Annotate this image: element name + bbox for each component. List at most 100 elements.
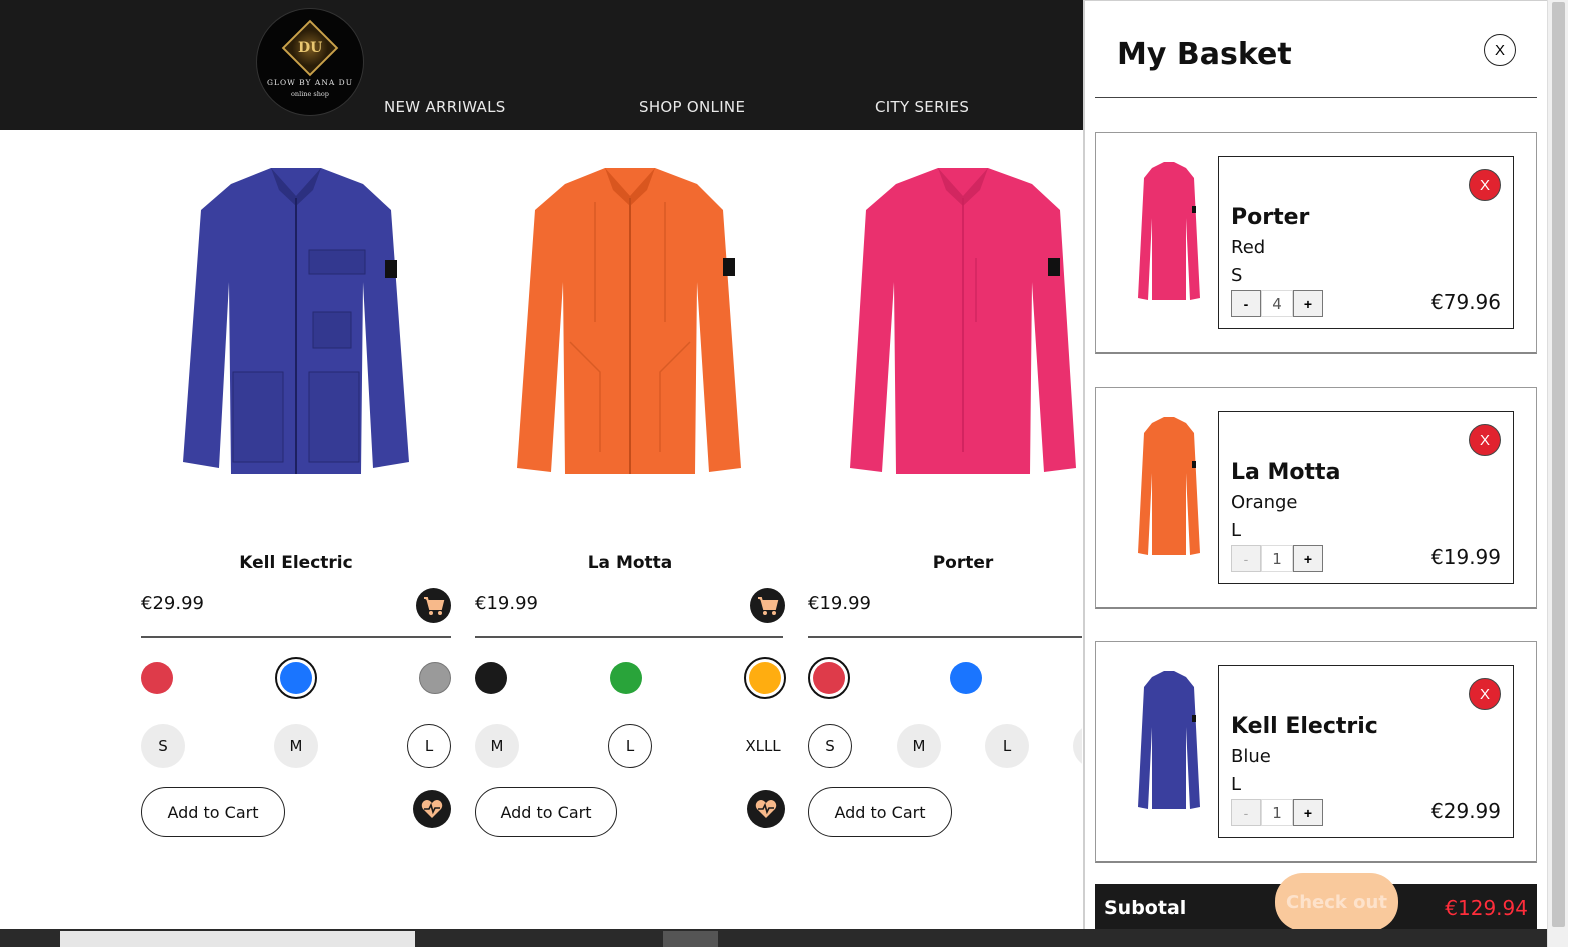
basket-item-name: Kell Electric bbox=[1231, 714, 1378, 739]
decrease-qty-button[interactable]: - bbox=[1231, 290, 1261, 317]
taskbar-segment bbox=[60, 931, 415, 947]
thumb-badge bbox=[1192, 206, 1196, 213]
product-card-porter: Porter €19.99 S M L Add to Cart bbox=[808, 130, 1082, 850]
product-price: €19.99 bbox=[475, 593, 538, 614]
product-image[interactable] bbox=[141, 162, 451, 487]
nav-new-arrivals[interactable]: NEW ARRIWALS bbox=[384, 98, 506, 116]
wishlist-heart-icon[interactable] bbox=[747, 790, 785, 828]
logo-name: GLOW BY ANA DU bbox=[266, 78, 354, 87]
bottom-strip bbox=[0, 929, 1547, 947]
sleeve-badge bbox=[1048, 258, 1060, 276]
basket-item-color: Red bbox=[1231, 237, 1266, 258]
decrease-qty-button[interactable]: - bbox=[1231, 545, 1261, 572]
basket-item-price: €79.96 bbox=[1431, 290, 1501, 314]
thumb-jacket bbox=[1138, 162, 1200, 300]
swatch-green[interactable] bbox=[610, 662, 642, 694]
product-image[interactable] bbox=[808, 162, 1082, 487]
taskbar-segment bbox=[663, 931, 718, 947]
logo-mark: DU bbox=[297, 39, 323, 56]
product-name[interactable]: Kell Electric bbox=[141, 553, 451, 573]
basket-item-size: L bbox=[1231, 774, 1242, 795]
scrollbar[interactable] bbox=[1547, 0, 1568, 947]
basket-item-card: X Kell Electric Blue L - 1 + €29.99 bbox=[1218, 665, 1514, 838]
cart-icon[interactable] bbox=[750, 588, 785, 623]
product-price: €29.99 bbox=[141, 593, 204, 614]
sleeve-badge bbox=[723, 258, 735, 276]
quantity-stepper: - 1 + bbox=[1231, 545, 1323, 572]
cart-icon[interactable] bbox=[416, 588, 451, 623]
basket-item-card: X Porter Red S - 4 + €79.96 bbox=[1218, 156, 1514, 329]
size-option-m[interactable]: M bbox=[897, 724, 941, 768]
size-option-l[interactable]: L bbox=[608, 724, 652, 768]
basket-item-color: Blue bbox=[1231, 746, 1271, 767]
size-option-s[interactable]: S bbox=[808, 724, 852, 768]
basket-panel: My Basket X X Porter Red S - 4 + €79.96 … bbox=[1083, 0, 1547, 947]
basket-item-price: €19.99 bbox=[1431, 545, 1501, 569]
qty-value[interactable]: 4 bbox=[1261, 290, 1293, 317]
decrease-qty-button[interactable]: - bbox=[1231, 799, 1261, 826]
divider bbox=[141, 636, 451, 638]
qty-value[interactable]: 1 bbox=[1261, 799, 1293, 826]
basket-item-thumbnail bbox=[1138, 162, 1200, 300]
nav-city-series[interactable]: CITY SERIES bbox=[875, 98, 969, 116]
size-option-l[interactable]: L bbox=[407, 724, 451, 768]
add-to-cart-button[interactable]: Add to Cart bbox=[141, 787, 285, 837]
increase-qty-button[interactable]: + bbox=[1293, 799, 1323, 826]
basket-item-size: L bbox=[1231, 520, 1242, 541]
basket-item-name: Porter bbox=[1231, 205, 1310, 230]
qty-value[interactable]: 1 bbox=[1261, 545, 1293, 572]
shop-logo[interactable]: DU GLOW BY ANA DU online shop bbox=[256, 8, 364, 116]
thumb-badge bbox=[1192, 461, 1196, 468]
checkout-button[interactable]: Check out bbox=[1275, 873, 1398, 931]
jacket-pocket bbox=[312, 311, 352, 349]
logo-emblem: DU bbox=[281, 19, 339, 77]
swatch-red[interactable] bbox=[141, 662, 173, 694]
size-option-m[interactable]: M bbox=[274, 724, 318, 768]
nav-shop-online[interactable]: SHOP ONLINE bbox=[639, 98, 745, 116]
product-name[interactable]: Porter bbox=[808, 553, 1082, 573]
subtotal-value: €129.94 bbox=[1445, 896, 1528, 920]
sleeve-badge bbox=[385, 260, 397, 278]
size-option-m[interactable]: M bbox=[475, 724, 519, 768]
product-image[interactable] bbox=[475, 162, 785, 487]
remove-item-icon[interactable]: X bbox=[1469, 678, 1501, 710]
swatch-red[interactable] bbox=[808, 657, 850, 699]
swatch-yellow[interactable] bbox=[744, 657, 786, 699]
increase-qty-button[interactable]: + bbox=[1293, 290, 1323, 317]
thumb-jacket bbox=[1138, 417, 1200, 555]
close-icon[interactable]: X bbox=[1484, 34, 1516, 66]
swatch-blue[interactable] bbox=[275, 657, 317, 699]
jacket-pocket bbox=[232, 371, 284, 463]
quantity-stepper: - 4 + bbox=[1231, 290, 1323, 317]
size-option-partial[interactable] bbox=[1073, 724, 1082, 768]
product-price: €19.99 bbox=[808, 593, 871, 614]
swatch-gray[interactable] bbox=[419, 662, 451, 694]
thumb-jacket bbox=[1138, 671, 1200, 809]
product-name[interactable]: La Motta bbox=[475, 553, 785, 573]
basket-item-color: Orange bbox=[1231, 492, 1298, 513]
jacket-pocket bbox=[308, 249, 366, 275]
window-edge bbox=[1568, 0, 1586, 947]
size-option-xlll[interactable]: XLLL bbox=[741, 724, 785, 768]
increase-qty-button[interactable]: + bbox=[1293, 545, 1323, 572]
size-option-l[interactable]: L bbox=[985, 724, 1029, 768]
divider bbox=[808, 636, 1082, 638]
logo-subtitle: online shop bbox=[291, 90, 329, 98]
add-to-cart-button[interactable]: Add to Cart bbox=[475, 787, 617, 837]
remove-item-icon[interactable]: X bbox=[1469, 424, 1501, 456]
basket-item-thumbnail bbox=[1138, 671, 1200, 809]
divider bbox=[1095, 97, 1537, 98]
thumb-badge bbox=[1192, 715, 1196, 722]
basket-item: X La Motta Orange L - 1 + €19.99 bbox=[1095, 387, 1537, 609]
basket-item-thumbnail bbox=[1138, 417, 1200, 555]
basket-item-name: La Motta bbox=[1231, 460, 1341, 485]
add-to-cart-button[interactable]: Add to Cart bbox=[808, 787, 952, 837]
quantity-stepper: - 1 + bbox=[1231, 799, 1323, 826]
swatch-black[interactable] bbox=[475, 662, 507, 694]
wishlist-heart-icon[interactable] bbox=[413, 790, 451, 828]
remove-item-icon[interactable]: X bbox=[1469, 169, 1501, 201]
basket-title: My Basket bbox=[1117, 37, 1292, 72]
scrollbar-thumb[interactable] bbox=[1552, 2, 1565, 927]
swatch-blue[interactable] bbox=[950, 662, 982, 694]
size-option-s[interactable]: S bbox=[141, 724, 185, 768]
